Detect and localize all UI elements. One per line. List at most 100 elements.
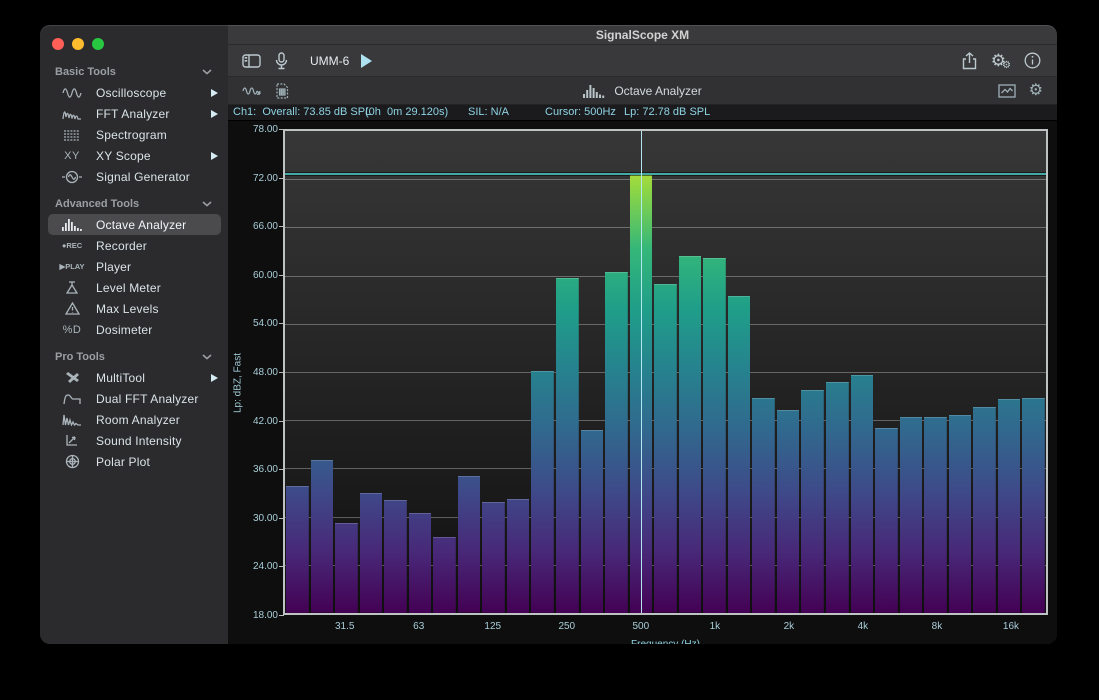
sidebar-item-room-analyzer[interactable]: Room Analyzer xyxy=(40,409,228,430)
y-tick-label: 60.00 xyxy=(228,270,278,281)
spectrum-bar-16k[interactable] xyxy=(998,399,1021,613)
minimize-window-button[interactable] xyxy=(72,38,84,50)
sidebar-item-dosimeter[interactable]: %D Dosimeter xyxy=(40,319,228,340)
sidebar-item-recorder[interactable]: ●REC Recorder xyxy=(40,235,228,256)
sidebar-item-multitool[interactable]: MultiTool xyxy=(40,367,228,388)
room-analyzer-icon xyxy=(55,414,89,426)
spectrum-bar-20k[interactable] xyxy=(1022,398,1045,613)
spectrum-bar-1k[interactable] xyxy=(703,258,726,613)
spectrogram-icon xyxy=(55,129,89,141)
spectrum-bar-20[interactable] xyxy=(286,486,309,613)
window-title: SignalScope XM xyxy=(596,28,689,42)
spectrum-bar-200[interactable] xyxy=(531,371,554,613)
submenu-arrow-icon[interactable] xyxy=(211,110,218,118)
y-tick-label: 72.00 xyxy=(228,173,278,184)
spectrum-bar-800[interactable] xyxy=(679,256,702,613)
spectrum-bar-31.5[interactable] xyxy=(335,523,358,613)
chart-area: Lp: dBZ, Fast 78.0072.0066.0060.0054.004… xyxy=(228,121,1057,644)
spectrum-bar-630[interactable] xyxy=(654,284,677,613)
y-tick-label: 42.00 xyxy=(228,416,278,427)
x-tick-label: 2k xyxy=(767,621,811,632)
spectrum-bar-2.5k[interactable] xyxy=(801,390,824,613)
spectrum-bar-100[interactable] xyxy=(458,476,481,613)
status-bar: Ch1: Overall: 73.85 dB SPL (0h 0m 29.120… xyxy=(228,105,1057,121)
spectrum-bar-8k[interactable] xyxy=(924,417,947,613)
spectrum-bar-315[interactable] xyxy=(581,430,604,613)
spectrum-bar-63[interactable] xyxy=(409,513,432,613)
x-tick-label: 500 xyxy=(619,621,663,632)
lp-level-line xyxy=(285,173,1046,175)
sidebar-item-label: Oscilloscope xyxy=(89,86,211,100)
sidebar-item-xy-scope[interactable]: XY XY Scope xyxy=(40,145,228,166)
spectrum-bar-3.15k[interactable] xyxy=(826,382,849,613)
spectrum-bar-125[interactable] xyxy=(482,502,505,613)
snapshot-document-icon[interactable] xyxy=(275,83,289,99)
spectrum-bar-50[interactable] xyxy=(384,500,407,613)
share-icon[interactable] xyxy=(962,52,977,70)
sidebar-item-max-levels[interactable]: Max Levels xyxy=(40,298,228,319)
cursor-line[interactable] xyxy=(641,131,643,613)
x-tick-label: 250 xyxy=(545,621,589,632)
spectrum-bar-250[interactable] xyxy=(556,278,579,613)
sidebar-item-sound-intensity[interactable]: Sound Intensity xyxy=(40,430,228,451)
chevron-down-icon xyxy=(202,201,212,207)
tool-toolbar: Octave Analyzer ⚙ xyxy=(228,77,1057,105)
spectrum-bar-10k[interactable] xyxy=(949,415,972,613)
sidebar-item-spectrogram[interactable]: Spectrogram xyxy=(40,124,228,145)
sidebar-item-dual-fft-analyzer[interactable]: Dual FFT Analyzer xyxy=(40,388,228,409)
spectrum-bar-4k[interactable] xyxy=(851,375,874,613)
spectrum-bar-5k[interactable] xyxy=(875,428,898,613)
submenu-arrow-icon[interactable] xyxy=(211,374,218,382)
spectrum-bar-80[interactable] xyxy=(433,537,456,613)
section-pro-tools[interactable]: Pro Tools xyxy=(40,347,228,367)
sidebar-item-oscilloscope[interactable]: Oscilloscope xyxy=(40,82,228,103)
submenu-arrow-icon[interactable] xyxy=(211,152,218,160)
play-icon: ▶PLAY xyxy=(55,262,89,271)
sidebar-item-label: Octave Analyzer xyxy=(89,218,218,232)
bars-container xyxy=(285,131,1046,613)
warning-triangle-icon xyxy=(55,302,89,315)
input-device-selector[interactable]: UMM-6 xyxy=(302,54,349,68)
tool-settings-gears-icon[interactable]: ⚙ ⚙ xyxy=(991,52,1006,69)
x-tick-label: 125 xyxy=(471,621,515,632)
status-elapsed-time: (0h 0m 29.120s) xyxy=(365,106,448,118)
main-content: SignalScope XM UMM-6 ⚙ ⚙ xyxy=(228,25,1057,644)
dual-fft-icon xyxy=(55,393,89,405)
settings-gear-icon[interactable]: ⚙ xyxy=(1029,83,1043,99)
spectrum-bar-1.6k[interactable] xyxy=(752,398,775,613)
info-icon[interactable] xyxy=(1024,52,1041,69)
spectrum-bar-2k[interactable] xyxy=(777,410,800,613)
traffic-lights xyxy=(40,25,228,58)
y-tick-label: 30.00 xyxy=(228,513,278,524)
sidebar-toggle-button[interactable] xyxy=(242,54,261,68)
sidebar-item-octave-analyzer[interactable]: Octave Analyzer xyxy=(48,214,221,235)
sidebar-item-label: Room Analyzer xyxy=(89,413,218,427)
spectrum-bar-40[interactable] xyxy=(360,493,383,613)
submenu-arrow-icon[interactable] xyxy=(211,89,218,97)
level-meter-icon xyxy=(55,281,89,294)
microphone-icon[interactable] xyxy=(275,52,288,70)
zoom-window-button[interactable] xyxy=(92,38,104,50)
sidebar-item-level-meter[interactable]: Level Meter xyxy=(40,277,228,298)
spectrum-bar-6.3k[interactable] xyxy=(900,417,923,613)
chevron-down-icon xyxy=(202,69,212,75)
spectrum-bar-400[interactable] xyxy=(605,272,628,613)
sidebar-item-fft-analyzer[interactable]: FFT Analyzer xyxy=(40,103,228,124)
plot-area[interactable] xyxy=(283,129,1048,615)
dosimeter-icon: %D xyxy=(55,324,89,336)
spectrum-bar-12.5k[interactable] xyxy=(973,407,996,613)
sidebar-item-signal-generator[interactable]: Signal Generator xyxy=(40,166,228,187)
spectrum-bar-25[interactable] xyxy=(311,460,334,613)
section-basic-tools[interactable]: Basic Tools xyxy=(40,62,228,82)
tool-title-group: Octave Analyzer xyxy=(228,84,1057,98)
chart-display-options-icon[interactable] xyxy=(998,84,1016,98)
sidebar-item-player[interactable]: ▶PLAY Player xyxy=(40,256,228,277)
sidebar-item-polar-plot[interactable]: Polar Plot xyxy=(40,451,228,472)
spectrum-bar-160[interactable] xyxy=(507,499,530,613)
signal-flow-icon[interactable] xyxy=(242,84,262,97)
section-advanced-tools[interactable]: Advanced Tools xyxy=(40,194,228,214)
spectrum-bar-1.25k[interactable] xyxy=(728,296,751,613)
start-measurement-button[interactable] xyxy=(361,54,372,68)
x-tick-label: 8k xyxy=(915,621,959,632)
close-window-button[interactable] xyxy=(52,38,64,50)
